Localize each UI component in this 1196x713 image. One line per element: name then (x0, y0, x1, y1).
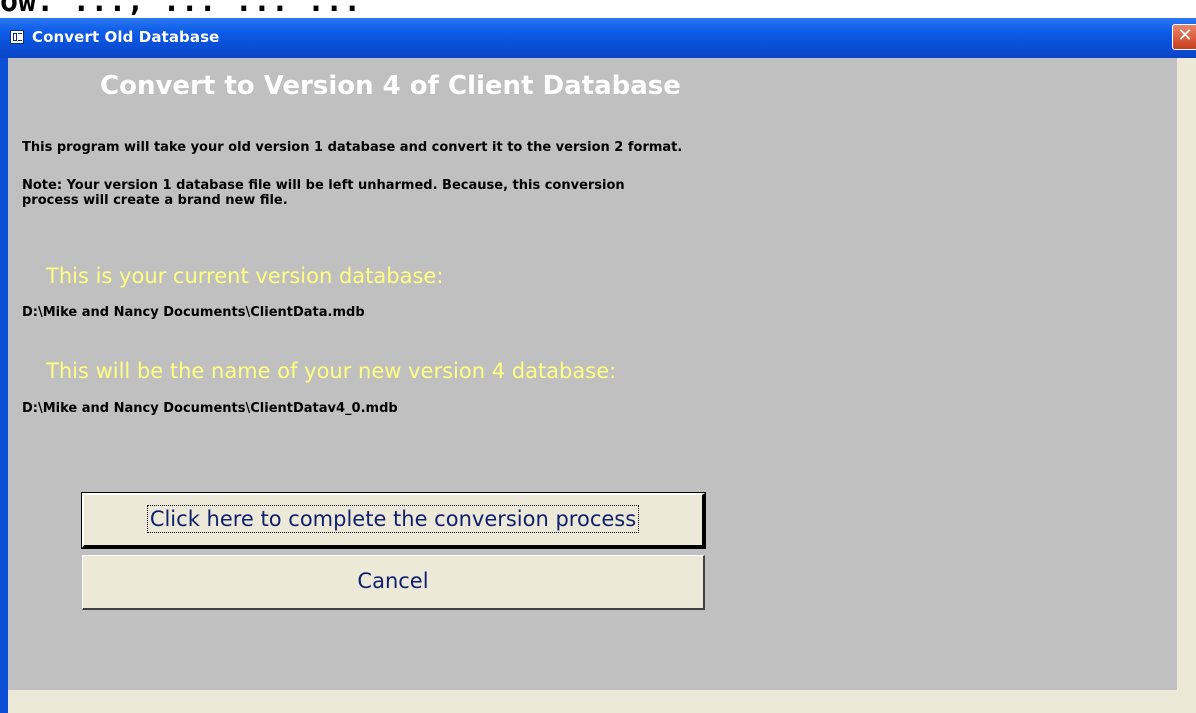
window-title: Convert Old Database (32, 28, 220, 46)
cropped-text-strip: ow. ..., ... ... ... (0, 0, 1196, 18)
complete-conversion-button[interactable]: Click here to complete the conversion pr… (81, 492, 706, 549)
note-text-line2: process will create a brand new file. (22, 193, 288, 208)
close-button[interactable]: ✕ (1172, 24, 1196, 50)
intro-text: This program will take your old version … (22, 140, 683, 155)
close-icon: ✕ (1177, 25, 1193, 46)
form-body: Convert to Version 4 of Client Database … (8, 58, 1177, 690)
cropped-text: ow. ..., ... ... ... (0, 0, 362, 18)
note-text-line1: Note: Your version 1 database file will … (22, 178, 625, 193)
new-database-label: This will be the name of your new versio… (46, 359, 617, 383)
title-bar[interactable]: Convert Old Database ✕ (0, 18, 1196, 58)
window-frame-bottom (8, 690, 1177, 713)
current-database-path: D:\Mike and Nancy Documents\ClientData.m… (22, 305, 365, 320)
form-icon[interactable] (10, 30, 24, 44)
cancel-button-label: Cancel (357, 569, 429, 593)
cancel-button[interactable]: Cancel (82, 555, 705, 610)
complete-conversion-button-label: Click here to complete the conversion pr… (146, 505, 640, 533)
form-heading: Convert to Version 4 of Client Database (100, 71, 681, 101)
new-database-path: D:\Mike and Nancy Documents\ClientDatav4… (22, 401, 398, 416)
window-frame-right (1177, 58, 1196, 713)
convert-old-database-window: Convert Old Database ✕ Convert to Versio… (0, 18, 1196, 713)
current-database-label: This is your current version database: (46, 264, 444, 288)
